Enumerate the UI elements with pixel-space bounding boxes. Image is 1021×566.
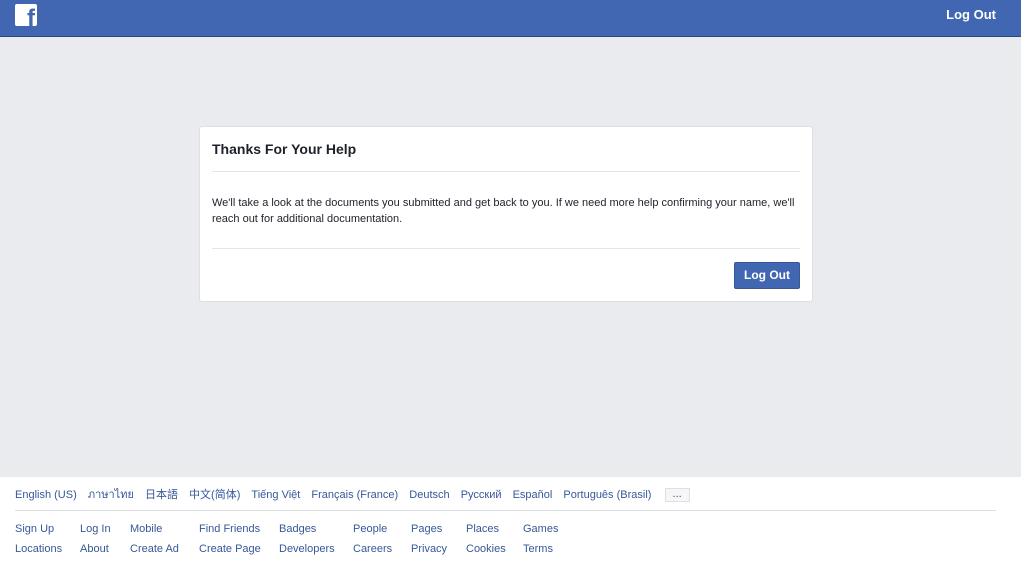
footer-link-badges[interactable]: Badges <box>279 522 316 536</box>
footer-link-careers[interactable]: Careers <box>353 542 392 556</box>
facebook-logo-icon[interactable]: f <box>15 4 37 26</box>
language-link-french[interactable]: Français (France) <box>311 489 398 501</box>
language-link-portuguese-brazil[interactable]: Português (Brasil) <box>563 489 651 501</box>
language-link-thai[interactable]: ภาษาไทย <box>88 489 134 501</box>
language-link-vietnamese[interactable]: Tiếng Việt <box>251 489 300 501</box>
footer-link-find-friends[interactable]: Find Friends <box>199 522 260 536</box>
language-link-japanese[interactable]: 日本語 <box>145 489 178 501</box>
footer-link-create-ad[interactable]: Create Ad <box>130 542 179 556</box>
page-footer: English (US) ภาษาไทย 日本語 中文(简体) Tiếng Vi… <box>0 477 1021 566</box>
footer-link-about[interactable]: About <box>80 542 109 556</box>
language-link-spanish[interactable]: Español <box>513 489 553 501</box>
facebook-logo-glyph: f <box>27 5 35 27</box>
footer-link-pages[interactable]: Pages <box>411 522 442 536</box>
footer-link-log-in[interactable]: Log In <box>80 522 111 536</box>
thanks-dialog: Thanks For Your Help We'll take a look a… <box>199 126 813 302</box>
footer-link-developers[interactable]: Developers <box>279 542 335 556</box>
top-navigation-bar: f Log Out <box>0 0 1021 37</box>
dialog-footer-divider <box>212 248 800 249</box>
footer-link-mobile[interactable]: Mobile <box>130 522 162 536</box>
footer-link-games[interactable]: Games <box>523 522 558 536</box>
top-logout-link[interactable]: Log Out <box>946 7 996 22</box>
dialog-logout-button[interactable]: Log Out <box>734 262 800 289</box>
footer-link-sign-up[interactable]: Sign Up <box>15 522 54 536</box>
footer-divider <box>15 510 996 511</box>
footer-link-locations[interactable]: Locations <box>15 542 62 556</box>
footer-link-people[interactable]: People <box>353 522 387 536</box>
language-selector-row: English (US) ภาษาไทย 日本語 中文(简体) Tiếng Vi… <box>15 488 690 504</box>
language-link-chinese-simplified[interactable]: 中文(简体) <box>189 489 240 501</box>
footer-link-cookies[interactable]: Cookies <box>466 542 506 556</box>
language-link-russian[interactable]: Русский <box>461 489 502 501</box>
footer-link-privacy[interactable]: Privacy <box>411 542 447 556</box>
dialog-title-divider <box>212 171 800 172</box>
dialog-message: We'll take a look at the documents you s… <box>212 197 795 225</box>
footer-link-places[interactable]: Places <box>466 522 499 536</box>
footer-link-create-page[interactable]: Create Page <box>199 542 261 556</box>
dialog-title: Thanks For Your Help <box>212 141 357 157</box>
footer-link-terms[interactable]: Terms <box>523 542 553 556</box>
more-languages-button[interactable]: ... <box>664 488 690 502</box>
language-link-german[interactable]: Deutsch <box>409 489 449 501</box>
language-link-english-us[interactable]: English (US) <box>15 489 77 501</box>
